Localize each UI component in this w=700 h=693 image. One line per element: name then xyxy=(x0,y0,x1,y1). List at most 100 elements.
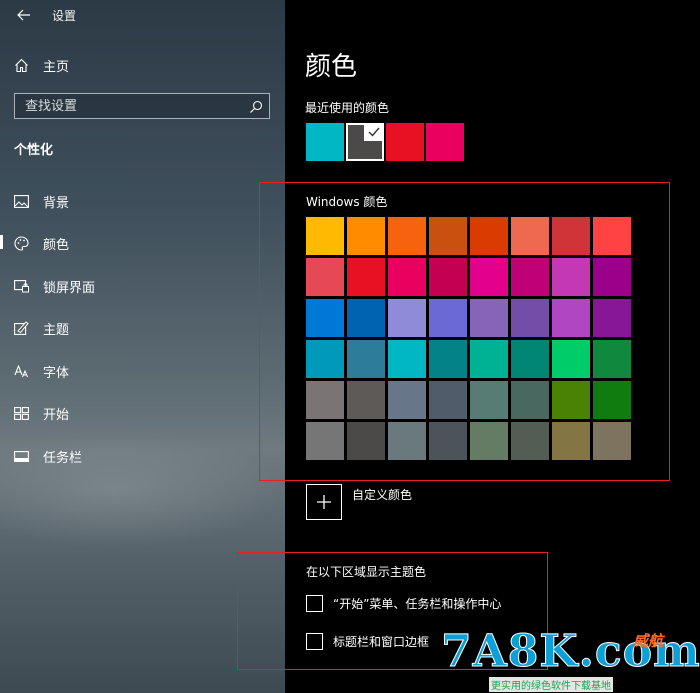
color-swatch[interactable] xyxy=(511,340,549,378)
color-swatch[interactable] xyxy=(388,422,426,460)
watermark-badge: 威航 xyxy=(633,632,664,650)
recent-colors-row xyxy=(306,123,464,161)
color-swatch[interactable] xyxy=(470,381,508,419)
checkbox-start-taskbar-action-center[interactable]: “开始”菜单、任务栏和操作中心 xyxy=(306,595,501,612)
color-swatch[interactable] xyxy=(593,217,631,255)
color-swatch[interactable] xyxy=(306,381,344,419)
checkbox-title-bars-borders[interactable]: 标题栏和窗口边框 xyxy=(306,633,429,650)
color-swatch[interactable] xyxy=(388,258,426,296)
recent-color-swatch[interactable] xyxy=(426,123,464,161)
color-swatch[interactable] xyxy=(470,422,508,460)
color-swatch[interactable] xyxy=(593,340,631,378)
color-swatch[interactable] xyxy=(347,258,385,296)
checkbox-label: “开始”菜单、任务栏和操作中心 xyxy=(333,597,502,611)
sidebar-item-label: 主题 xyxy=(43,322,70,338)
search-input[interactable] xyxy=(25,98,249,114)
start-grid-icon xyxy=(14,406,29,421)
color-swatch[interactable] xyxy=(470,340,508,378)
color-swatch[interactable] xyxy=(347,217,385,255)
watermark-subtitle: 更实用的绿色软件下载基地 xyxy=(489,677,613,692)
color-swatch[interactable] xyxy=(511,299,549,337)
color-swatch[interactable] xyxy=(511,381,549,419)
color-swatch[interactable] xyxy=(429,381,467,419)
windows-color-grid xyxy=(306,217,632,465)
sidebar-item-lock-screen[interactable]: 锁屏界面 xyxy=(14,276,95,296)
color-swatch[interactable] xyxy=(347,381,385,419)
sidebar-item-colors[interactable]: 颜色 xyxy=(14,233,69,253)
taskbar-icon xyxy=(14,449,29,464)
sidebar-item-label: 字体 xyxy=(43,365,70,381)
color-swatch[interactable] xyxy=(552,381,590,419)
color-swatch[interactable] xyxy=(552,340,590,378)
color-swatch[interactable] xyxy=(306,258,344,296)
home-icon xyxy=(14,58,29,73)
color-swatch[interactable] xyxy=(552,299,590,337)
color-swatch[interactable] xyxy=(429,258,467,296)
recent-color-swatch[interactable] xyxy=(306,123,344,161)
color-swatch[interactable] xyxy=(470,299,508,337)
plus-icon xyxy=(306,484,342,520)
active-item-marker xyxy=(0,235,3,249)
search-icon[interactable] xyxy=(249,99,263,113)
color-swatch[interactable] xyxy=(306,340,344,378)
custom-color-label: 自定义颜色 xyxy=(352,488,413,502)
theme-brush-icon xyxy=(14,321,29,336)
checkbox-label: 标题栏和窗口边框 xyxy=(333,635,430,649)
palette-icon xyxy=(14,235,29,251)
main-content: 颜色 最近使用的颜色 Windows 颜色 自定义颜色 在以下区域显示主题色 “… xyxy=(285,0,700,693)
recent-color-swatch[interactable] xyxy=(386,123,424,161)
color-swatch[interactable] xyxy=(593,381,631,419)
checkbox-box[interactable] xyxy=(306,633,323,650)
color-swatch[interactable] xyxy=(593,258,631,296)
custom-color-button[interactable]: 自定义颜色 xyxy=(306,484,412,520)
checkmark-icon xyxy=(364,123,384,141)
color-swatch[interactable] xyxy=(306,422,344,460)
recent-colors-label: 最近使用的颜色 xyxy=(305,101,390,115)
title-bar: 设置 xyxy=(14,6,76,24)
color-swatch[interactable] xyxy=(388,299,426,337)
color-swatch[interactable] xyxy=(429,217,467,255)
color-swatch[interactable] xyxy=(347,422,385,460)
search-box[interactable] xyxy=(14,93,270,119)
color-swatch[interactable] xyxy=(552,258,590,296)
color-swatch[interactable] xyxy=(429,299,467,337)
color-swatch[interactable] xyxy=(306,217,344,255)
sidebar: 设置 主页 个性化 背景 颜色 锁屏界面 主题 xyxy=(0,0,285,693)
home-label: 主页 xyxy=(43,59,70,75)
color-swatch[interactable] xyxy=(429,422,467,460)
sidebar-item-fonts[interactable]: 字体 xyxy=(14,361,69,381)
sidebar-item-label: 开始 xyxy=(43,407,70,423)
sidebar-item-label: 任务栏 xyxy=(43,450,83,466)
checkbox-box[interactable] xyxy=(306,595,323,612)
sidebar-item-start[interactable]: 开始 xyxy=(14,403,69,423)
color-swatch[interactable] xyxy=(552,422,590,460)
windows-colors-label: Windows 颜色 xyxy=(306,195,388,209)
color-swatch[interactable] xyxy=(593,299,631,337)
picture-icon xyxy=(14,194,29,209)
section-heading-personalization: 个性化 xyxy=(14,143,54,158)
color-swatch[interactable] xyxy=(593,422,631,460)
recent-color-swatch-selected[interactable] xyxy=(346,123,384,161)
color-swatch[interactable] xyxy=(511,258,549,296)
sidebar-item-home[interactable]: 主页 xyxy=(14,55,69,75)
font-icon xyxy=(14,364,29,379)
watermark-logo: 7A8K.com 威航 更实用的绿色软件下载基地 xyxy=(437,627,700,693)
color-swatch[interactable] xyxy=(511,422,549,460)
color-swatch[interactable] xyxy=(347,299,385,337)
lock-screen-icon xyxy=(14,279,29,294)
back-arrow-icon[interactable] xyxy=(14,6,34,24)
sidebar-item-background[interactable]: 背景 xyxy=(14,191,69,211)
color-swatch[interactable] xyxy=(552,217,590,255)
window-title: 设置 xyxy=(52,8,77,23)
color-swatch[interactable] xyxy=(511,217,549,255)
sidebar-item-themes[interactable]: 主题 xyxy=(14,318,69,338)
color-swatch[interactable] xyxy=(470,217,508,255)
color-swatch[interactable] xyxy=(388,340,426,378)
color-swatch[interactable] xyxy=(429,340,467,378)
color-swatch[interactable] xyxy=(347,340,385,378)
color-swatch[interactable] xyxy=(388,381,426,419)
color-swatch[interactable] xyxy=(306,299,344,337)
sidebar-item-taskbar[interactable]: 任务栏 xyxy=(14,446,82,466)
color-swatch[interactable] xyxy=(470,258,508,296)
color-swatch[interactable] xyxy=(388,217,426,255)
